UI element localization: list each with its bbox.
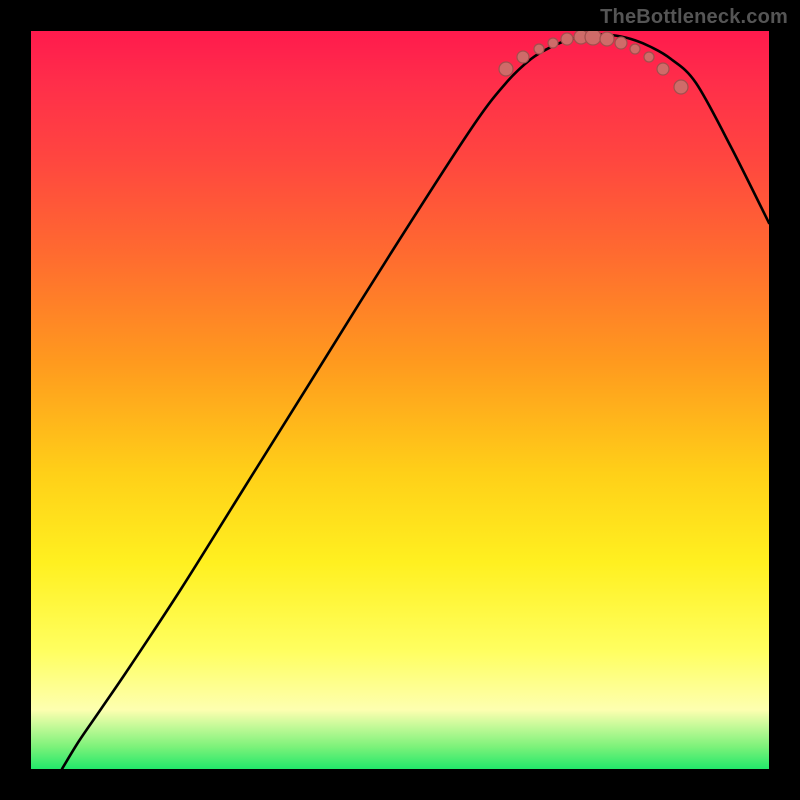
marker-dot: [534, 44, 544, 54]
marker-dot: [585, 31, 601, 45]
watermark-text: TheBottleneck.com: [600, 6, 788, 29]
plot-area: [31, 31, 769, 769]
marker-dot: [657, 63, 669, 75]
marker-dot: [561, 33, 573, 45]
chart-frame: TheBottleneck.com: [0, 0, 800, 800]
marker-dot: [517, 51, 529, 63]
curve-layer: [31, 31, 769, 769]
marker-dot: [630, 44, 640, 54]
marker-dot: [615, 37, 627, 49]
marker-dot: [548, 38, 558, 48]
marker-dot: [644, 52, 654, 62]
bottleneck-curve: [62, 35, 769, 770]
marker-dot: [600, 32, 614, 46]
marker-dot: [499, 62, 513, 76]
marker-dot: [674, 80, 688, 94]
